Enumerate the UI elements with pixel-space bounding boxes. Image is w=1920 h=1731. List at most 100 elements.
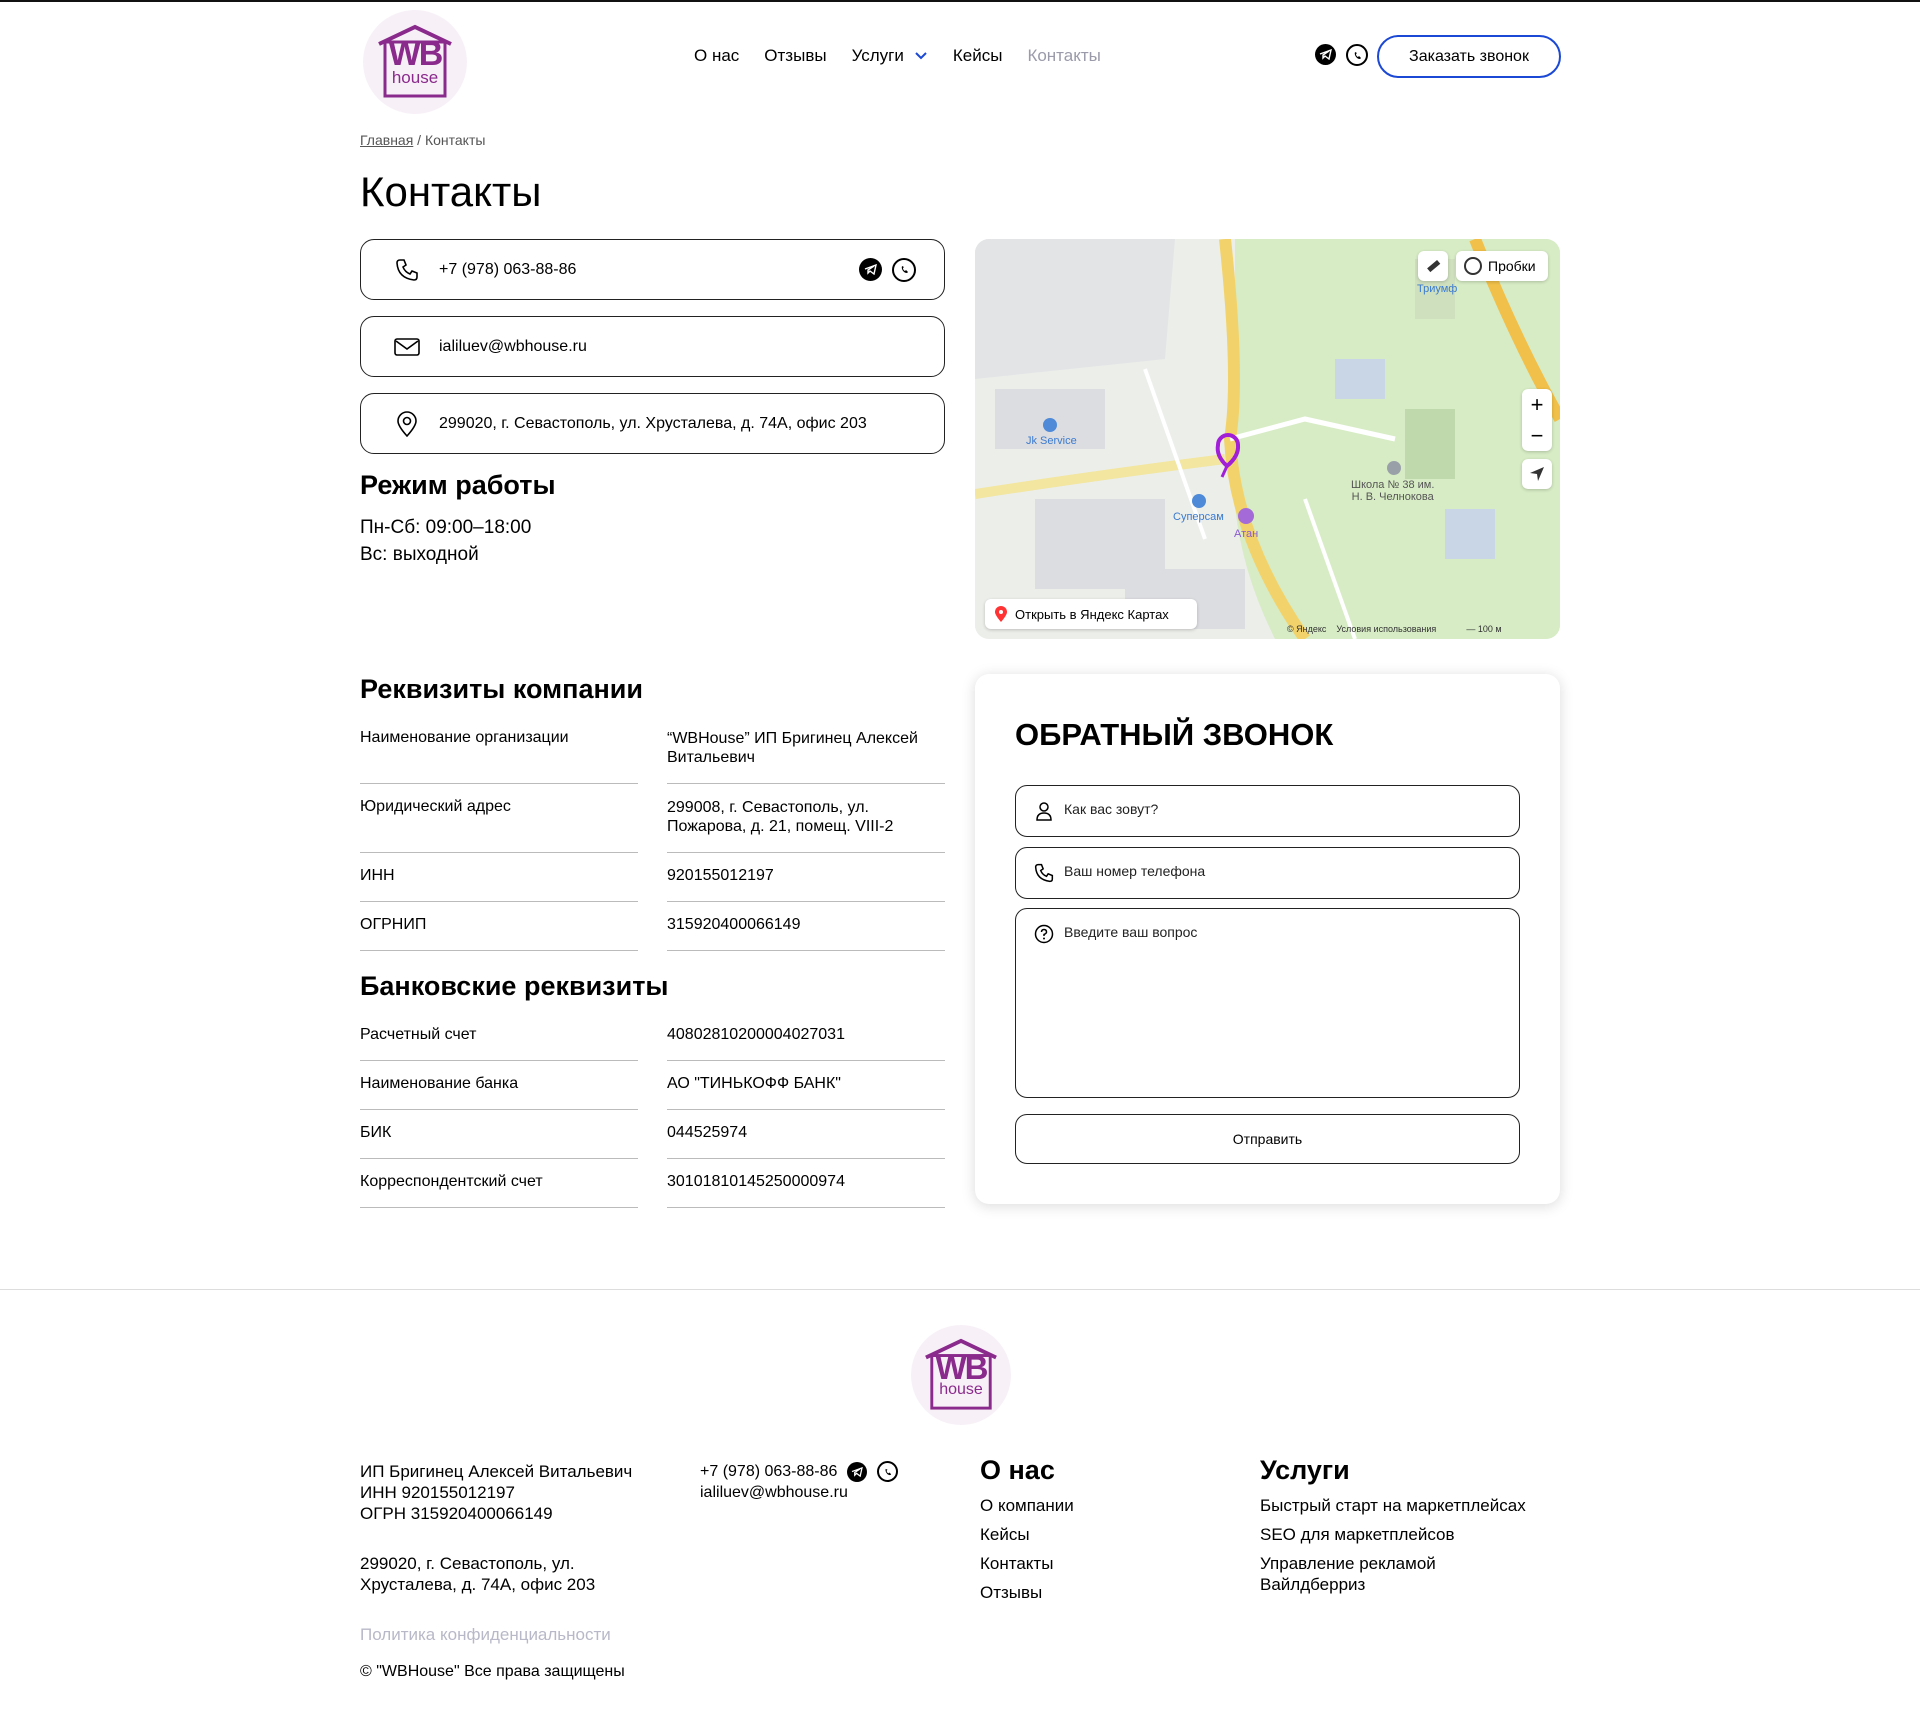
header-logo[interactable]: WB house	[363, 10, 467, 114]
table-row: БИК 044525974	[360, 1110, 945, 1159]
map-copyright: © Яндекс	[1287, 624, 1327, 634]
map-terms-link[interactable]: Условия использования	[1336, 624, 1436, 634]
footer-logo[interactable]: WB house	[911, 1325, 1011, 1425]
bank-value: 40802810200004027031	[667, 1018, 945, 1061]
zoom-in-icon[interactable]: +	[1522, 389, 1552, 420]
footer-link-seo[interactable]: SEO для маркетплейсов	[1260, 1524, 1560, 1545]
footer-company: ИП Бригинец Алексей Витальевич ИНН 92015…	[360, 1461, 632, 1682]
footer-inn: ИНН 920155012197	[360, 1483, 515, 1502]
requisites-title: Реквизиты компании	[360, 674, 643, 704]
map-open-link[interactable]: Открыть в Яндекс Картах	[985, 599, 1197, 629]
phone-icon	[393, 256, 421, 284]
footer-email[interactable]: ialiluev@wbhouse.ru	[700, 1482, 898, 1503]
callback-form: ОБРАТНЫЙ ЗВОНОК Как вас зовут? Ваш номер…	[975, 674, 1560, 1204]
yandex-pin-icon	[995, 606, 1007, 622]
map-label-school-line2: Н. В. Челнокова	[1351, 491, 1434, 503]
map-traffic-button[interactable]: Пробки	[1456, 251, 1548, 281]
bank-value: АО "ТИНЬКОФФ БАНК"	[667, 1061, 945, 1110]
map-label-triumf: Триумф	[1417, 283, 1458, 295]
contact-email-box[interactable]: ialiluev@wbhouse.ru	[360, 316, 945, 377]
bank-key: Расчетный счет	[360, 1018, 638, 1061]
bank-value: 30101810145250000974	[667, 1159, 945, 1208]
location-pin-icon	[393, 410, 421, 438]
work-hours-title: Режим работы	[360, 470, 556, 500]
whatsapp-icon[interactable]	[877, 1461, 899, 1482]
header-messengers	[1315, 44, 1368, 66]
requisite-value: “WBHouse” ИП Бригинец Алексей Витальевич	[667, 721, 945, 784]
phone-input-placeholder: Ваш номер телефона	[1064, 863, 1206, 879]
breadcrumb-home-link[interactable]: Главная	[360, 132, 413, 148]
map-ruler-button[interactable]	[1418, 251, 1448, 281]
nav-cases[interactable]: Кейсы	[953, 46, 1003, 66]
bank-key: Наименование банка	[360, 1061, 638, 1110]
nav-reviews[interactable]: Отзывы	[764, 46, 826, 66]
footer-link-about-company[interactable]: О компании	[980, 1495, 1074, 1516]
work-hours-weekdays: Пн-Сб: 09:00–18:00	[360, 517, 532, 538]
question-icon	[1034, 924, 1054, 944]
contact-phone[interactable]: +7 (978) 063-88-86	[439, 261, 576, 279]
map-geolocation-button[interactable]	[1522, 459, 1552, 489]
map-label-supersam: Суперсам	[1173, 511, 1224, 523]
contact-address: 299020, г. Севастополь, ул. Хрусталева, …	[439, 414, 867, 432]
contact-email[interactable]: ialiluev@wbhouse.ru	[439, 338, 587, 356]
logo-house-text: house	[939, 1381, 983, 1398]
table-row: ОГРНИП 315920400066149	[360, 902, 945, 951]
footer-link-quick-start[interactable]: Быстрый старт на маркетплейсах	[1260, 1495, 1560, 1516]
order-call-button[interactable]: Заказать звонок	[1377, 35, 1561, 78]
page-title: Контакты	[360, 168, 542, 215]
user-icon	[1036, 802, 1052, 821]
telegram-icon[interactable]	[859, 257, 882, 281]
chevron-down-icon	[915, 52, 927, 60]
footer-about-column: О нас О компании Кейсы Контакты Отзывы	[980, 1457, 1074, 1611]
map-zoom-controls: + −	[1522, 389, 1552, 451]
phone-input[interactable]: Ваш номер телефона	[1015, 847, 1520, 899]
yandex-map[interactable]: Jk Service Суперсам Атан Школа № 38 им. …	[975, 239, 1560, 639]
map-label-school-line1: Школа № 38 им.	[1351, 479, 1435, 491]
footer-phone[interactable]: +7 (978) 063-88-86	[700, 1461, 837, 1482]
nav-services[interactable]: Услуги	[852, 46, 928, 66]
breadcrumb-current: Контакты	[424, 132, 486, 148]
nav-services-label: Услуги	[851, 46, 904, 65]
telegram-icon[interactable]	[1315, 44, 1336, 65]
map-footer: © Яндекс Условия использования — 100 м	[1287, 624, 1502, 634]
map-open-link-label: Открыть в Яндекс Картах	[1015, 606, 1169, 622]
contact-messengers	[859, 257, 916, 282]
work-hours-sunday: Вс: выходной	[360, 544, 479, 565]
question-textarea-placeholder: Введите ваш вопрос	[1064, 924, 1198, 940]
requisite-value: 315920400066149	[667, 902, 945, 951]
logo-wb-text: WB	[935, 1349, 989, 1386]
footer-policy-link[interactable]: Политика конфиденциальности	[360, 1624, 632, 1645]
ruler-icon	[1427, 259, 1441, 273]
work-hours: Пн-Сб: 09:00–18:00 Вс: выходной	[360, 514, 531, 568]
zoom-out-icon[interactable]: −	[1522, 420, 1552, 451]
bank-key: БИК	[360, 1110, 638, 1159]
contact-phone-box[interactable]: +7 (978) 063-88-86	[360, 239, 945, 300]
requisite-key: ИНН	[360, 853, 638, 902]
map-scale-value: 100 м	[1477, 624, 1502, 634]
name-input[interactable]: Как вас зовут?	[1015, 785, 1520, 837]
footer-copyright: © "WBHouse" Все права защищены	[360, 1663, 625, 1680]
footer-link-cases[interactable]: Кейсы	[980, 1524, 1074, 1545]
footer-link-contacts[interactable]: Контакты	[980, 1553, 1074, 1574]
nav-about[interactable]: О нас	[694, 46, 739, 66]
footer-services-title: Услуги	[1260, 1455, 1350, 1485]
name-input-placeholder: Как вас зовут?	[1064, 801, 1159, 817]
nav-contacts[interactable]: Контакты	[1027, 46, 1100, 66]
requisite-key: Наименование организации	[360, 721, 638, 784]
footer-link-reviews[interactable]: Отзывы	[980, 1582, 1074, 1603]
question-textarea[interactable]: Введите ваш вопрос	[1015, 908, 1520, 1098]
logo-wb-text: WB	[388, 35, 444, 73]
footer-services-column: Услуги Быстрый старт на маркетплейсах SE…	[1260, 1455, 1560, 1603]
table-row: Корреспондентский счет 30101810145250000…	[360, 1159, 945, 1208]
whatsapp-icon[interactable]	[1346, 44, 1368, 66]
bank-key: Корреспондентский счет	[360, 1159, 638, 1208]
submit-button[interactable]: Отправить	[1015, 1114, 1520, 1164]
table-row: Наименование организации “WBHouse” ИП Бр…	[360, 721, 945, 784]
callback-form-title: ОБРАТНЫЙ ЗВОНОК	[1015, 717, 1334, 752]
telegram-icon[interactable]	[847, 1461, 868, 1482]
footer-link-ads[interactable]: Управление рекламой Вайлдберриз	[1260, 1553, 1470, 1595]
footer-ogrn: ОГРН 315920400066149	[360, 1504, 553, 1523]
whatsapp-icon[interactable]	[892, 257, 916, 282]
navigation-arrow-icon	[1530, 467, 1544, 481]
table-row: Юридический адрес 299008, г. Севастополь…	[360, 784, 945, 853]
